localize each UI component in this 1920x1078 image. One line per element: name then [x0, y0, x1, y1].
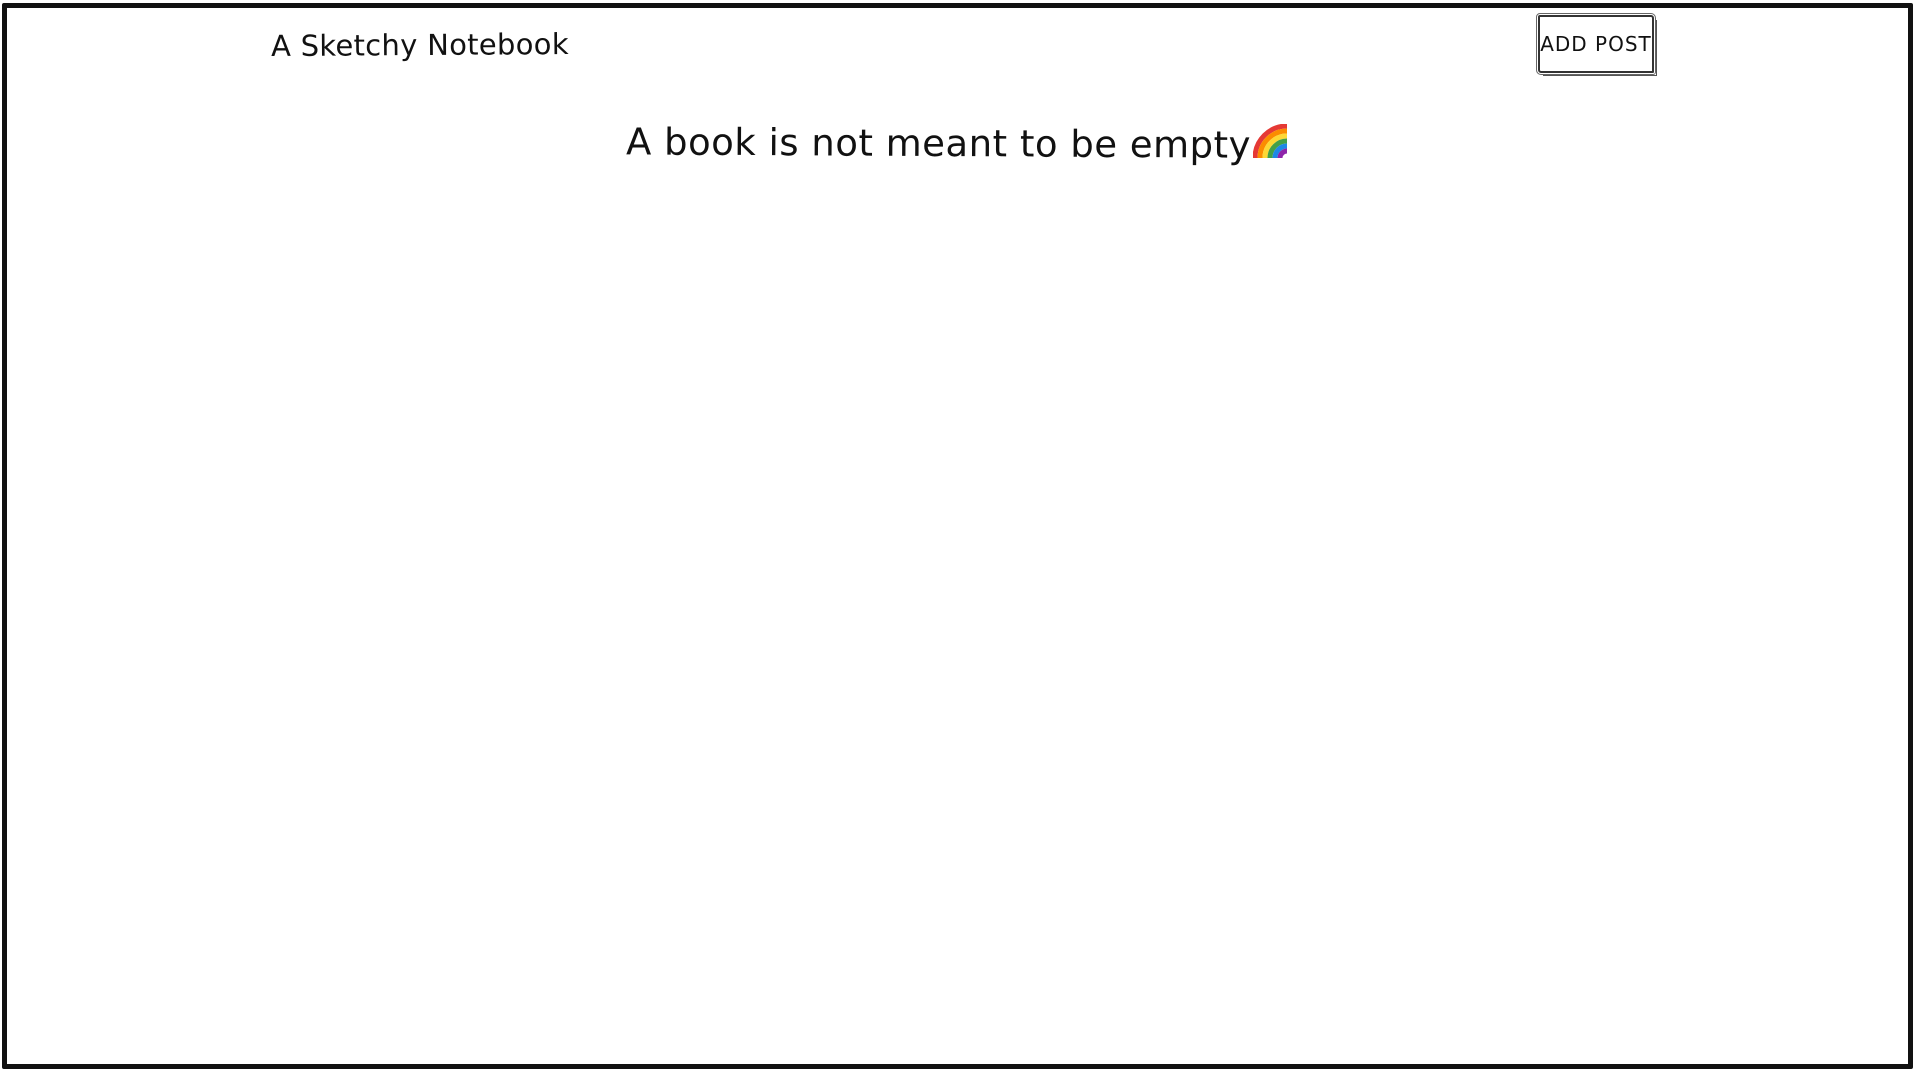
- empty-state-text: A book is not meant to be empty: [625, 120, 1252, 167]
- empty-state-message: A book is not meant to be empty: [7, 120, 1908, 167]
- add-post-button[interactable]: ADD POST: [1536, 13, 1657, 76]
- notebook-frame: A Sketchy Notebook ADD POST A book is no…: [2, 3, 1913, 1069]
- brand-title[interactable]: A Sketchy Notebook: [271, 27, 569, 63]
- rainbow-icon: [1252, 123, 1289, 160]
- add-post-label: ADD POST: [1540, 32, 1652, 56]
